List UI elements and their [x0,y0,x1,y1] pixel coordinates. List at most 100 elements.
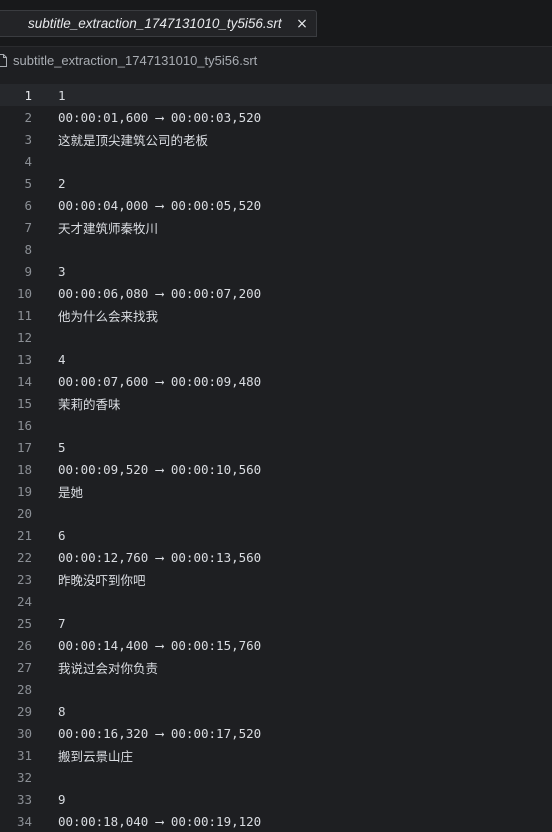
editor-line[interactable]: 1400:00:07,600 ⟶ 00:00:09,480 [0,370,552,392]
editor-line[interactable]: 19 是她 [0,480,552,502]
line-number: 18 [0,462,32,477]
editor-line[interactable]: 2 00:00:01,600 ⟶ 00:00:03,520 [0,106,552,128]
breadcrumb: subtitle_extraction_1747131010_ty5i56.sr… [0,47,552,73]
line-text: 7 [58,616,66,631]
editor-line[interactable]: 339 [0,788,552,810]
line-number: 11 [0,308,32,323]
line-text: 00:00:01,600 ⟶ 00:00:03,520 [58,110,261,125]
line-text: 天才建筑师秦牧川 [58,218,158,237]
line-text: 我说过会对你负责 [58,658,158,677]
tab-srt-file[interactable]: subtitle_extraction_1747131010_ty5i56.sr… [0,10,317,37]
editor-line[interactable]: 93 [0,260,552,282]
line-text: 2 [58,176,66,191]
file-icon [0,54,7,67]
line-text: 6 [58,528,66,543]
line-number: 6 [0,198,32,213]
line-number: 14 [0,374,32,389]
code-editor[interactable]: 11200:00:01,600 ⟶ 00:00:03,5203这就是顶尖建筑公司… [0,84,552,825]
line-number: 16 [0,418,32,433]
line-number: 22 [0,550,32,565]
editor-line[interactable]: 17 5 [0,436,552,458]
line-number: 9 [0,264,32,279]
line-text: 是她 [58,482,83,501]
line-number: 34 [0,814,32,829]
line-text: 5 [58,440,66,455]
line-number: 20 [0,506,32,521]
tab-title: subtitle_extraction_1747131010_ty5i56.sr… [0,16,292,31]
editor-line[interactable]: 52 [0,172,552,194]
tab-bar: subtitle_extraction_1747131010_ty5i56.sr… [0,0,552,47]
editor-line[interactable]: 28 [0,678,552,700]
line-number: 5 [0,176,32,191]
line-text: 00:00:18,040 ⟶ 00:00:19,120 [58,814,261,829]
editor-line[interactable]: 29 8 [0,700,552,722]
editor-line[interactable]: 6 00:00:04,000 ⟶ 00:00:05,520 [0,194,552,216]
editor-line[interactable]: 21 6 [0,524,552,546]
editor-line[interactable]: 11 他为什么会来找我 [0,304,552,326]
editor-line[interactable]: 11 [0,84,552,106]
line-number: 33 [0,792,32,807]
line-number: 15 [0,396,32,411]
editor-line[interactable]: 18 00:00:09,520 ⟶ 00:00:10,560 [0,458,552,480]
line-number: 25 [0,616,32,631]
line-number: 8 [0,242,32,257]
line-number: 4 [0,154,32,169]
line-number: 23 [0,572,32,587]
editor-line[interactable]: 23 昨晚没吓到你吧 [0,568,552,590]
line-number: 27 [0,660,32,675]
line-number: 29 [0,704,32,719]
editor-line[interactable]: 31 搬到云景山庄 [0,744,552,766]
line-number: 30 [0,726,32,741]
editor-line[interactable]: 3 这就是顶尖建筑公司的老板 [0,128,552,150]
close-icon[interactable]: × [292,16,312,32]
editor-line[interactable]: 10 00:00:06,080 ⟶ 00:00:07,200 [0,282,552,304]
editor-line[interactable]: 25 7 [0,612,552,634]
line-text: 4 [58,352,66,367]
line-number: 32 [0,770,32,785]
line-number: 21 [0,528,32,543]
line-text: 00:00:12,760 ⟶ 00:00:13,560 [58,550,261,565]
line-number: 13 [0,352,32,367]
editor-line[interactable]: 4 [0,150,552,172]
line-text: 这就是顶尖建筑公司的老板 [58,130,208,149]
line-text: 他为什么会来找我 [58,306,158,325]
line-number: 10 [0,286,32,301]
line-text: 昨晚没吓到你吧 [58,570,146,589]
line-number: 26 [0,638,32,653]
line-number: 7 [0,220,32,235]
line-text: 茉莉的香味 [58,394,121,413]
line-text: 00:00:16,320 ⟶ 00:00:17,520 [58,726,261,741]
editor-line[interactable]: 16 [0,414,552,436]
editor-line[interactable]: 30 00:00:16,320 ⟶ 00:00:17,520 [0,722,552,744]
line-text: 00:00:06,080 ⟶ 00:00:07,200 [58,286,261,301]
line-number: 17 [0,440,32,455]
editor-line[interactable]: 27 我说过会对你负责 [0,656,552,678]
line-text: 搬到云景山庄 [58,746,133,765]
line-number: 3 [0,132,32,147]
line-number: 12 [0,330,32,345]
line-number: 31 [0,748,32,763]
line-text: 00:00:09,520 ⟶ 00:00:10,560 [58,462,261,477]
editor-line[interactable]: 20 [0,502,552,524]
editor-line[interactable]: 34 00:00:18,040 ⟶ 00:00:19,120 [0,810,552,832]
line-number: 1 [0,88,32,103]
editor-line[interactable]: 26 00:00:14,400 ⟶ 00:00:15,760 [0,634,552,656]
editor-line[interactable]: 24 [0,590,552,612]
line-text: 00:00:04,000 ⟶ 00:00:05,520 [58,198,261,213]
line-number: 19 [0,484,32,499]
line-text: 1 [58,88,66,103]
editor-line[interactable]: 13 4 [0,348,552,370]
line-text: 00:00:14,400 ⟶ 00:00:15,760 [58,638,261,653]
editor-line[interactable]: 8 [0,238,552,260]
editor-line[interactable]: 12 [0,326,552,348]
editor-line[interactable]: 22 00:00:12,760 ⟶ 00:00:13,560 [0,546,552,568]
breadcrumb-file[interactable]: subtitle_extraction_1747131010_ty5i56.sr… [13,53,257,68]
line-text: 3 [58,264,66,279]
line-text: 8 [58,704,66,719]
line-number: 2 [0,110,32,125]
line-number: 24 [0,594,32,609]
editor-line[interactable]: 15 茉莉的香味 [0,392,552,414]
line-number: 28 [0,682,32,697]
editor-line[interactable]: 7 天才建筑师秦牧川 [0,216,552,238]
editor-line[interactable]: 32 [0,766,552,788]
